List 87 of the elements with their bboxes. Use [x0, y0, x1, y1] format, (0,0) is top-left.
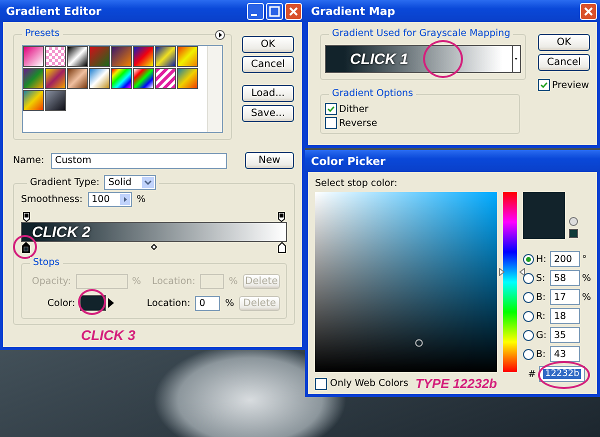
unit-label: %	[228, 276, 238, 286]
field-label: R:	[536, 310, 546, 322]
close-icon[interactable]	[285, 2, 302, 20]
dialog-button[interactable]: OK	[242, 36, 294, 53]
window-title: Gradient Editor	[6, 4, 102, 18]
value-field[interactable]: 200	[550, 251, 580, 267]
checkbox[interactable]	[315, 378, 327, 390]
hue-slider-handle[interactable]	[499, 268, 525, 276]
field-label: B:	[536, 348, 547, 360]
menu-arrow-icon[interactable]	[215, 30, 225, 40]
unit-label: %	[225, 298, 234, 308]
checkbox-label: Only Web Colors	[330, 378, 408, 389]
color-stop-icon[interactable]	[278, 242, 286, 253]
checkbox-label: Reverse	[339, 118, 378, 128]
scrollbar[interactable]	[207, 46, 222, 132]
annotation-text: CLICK 1	[350, 50, 408, 68]
smoothness-label: Smoothness:	[21, 194, 83, 205]
value-field[interactable]: 35	[550, 327, 580, 343]
radio-button[interactable]	[522, 254, 534, 264]
minimize-icon[interactable]	[247, 2, 264, 20]
radio-button[interactable]	[522, 330, 534, 340]
checkbox[interactable]	[538, 79, 550, 91]
midpoint-icon[interactable]	[151, 244, 157, 250]
stop-label: Color:	[46, 298, 76, 308]
field-label: S:	[536, 272, 546, 284]
close-icon[interactable]	[580, 2, 597, 20]
group-label: Gradient Options	[329, 88, 416, 99]
prompt-text: Select stop color:	[315, 178, 398, 189]
checkbox-label: Dither	[339, 104, 368, 114]
group-label: Gradient Used for Grayscale Mapping	[329, 28, 514, 39]
unit-label: %	[582, 292, 591, 302]
location-label: Location:	[146, 298, 190, 308]
group-label: Presets	[22, 28, 63, 39]
dialog-button[interactable]: Save...	[242, 105, 294, 122]
value-field[interactable]: 17	[550, 289, 580, 305]
dropdown-arrow-icon	[142, 177, 154, 188]
gradient-type-dropdown[interactable]: Solid	[104, 175, 156, 190]
window-title: Color Picker	[311, 154, 386, 168]
radio-button[interactable]	[522, 310, 534, 322]
field-label: #	[527, 368, 536, 380]
annotation-text: TYPE 12232b	[415, 376, 497, 391]
location-field[interactable]	[200, 274, 224, 288]
color-field[interactable]	[315, 192, 497, 372]
location-field[interactable]: 0	[195, 296, 220, 310]
value-field[interactable]: 18	[550, 308, 580, 324]
annotation-text: CLICK 2	[32, 224, 90, 240]
radio-button[interactable]	[522, 348, 534, 360]
hex-field[interactable]: 12232b	[538, 366, 585, 382]
value-field[interactable]: 58	[550, 270, 580, 286]
highlight-circle	[423, 40, 463, 78]
unit-label: %	[582, 272, 591, 284]
checkbox-label: Preview	[552, 80, 589, 90]
smoothness-field[interactable]: 100	[88, 192, 132, 207]
dialog-button[interactable]: Load...	[242, 85, 294, 102]
new-button[interactable]: New	[244, 152, 294, 169]
location-label: Location:	[152, 276, 196, 286]
name-label: Name:	[13, 155, 43, 166]
opacity-stop-icon[interactable]	[23, 212, 30, 222]
checkbox[interactable]	[325, 117, 337, 129]
field-label: B:	[536, 292, 547, 302]
maximize-icon[interactable]	[266, 2, 283, 20]
dialog-button[interactable]: OK	[538, 34, 590, 51]
value-field[interactable]: 43	[550, 346, 580, 362]
name-field[interactable]: Custom	[51, 152, 227, 168]
gradient-preview[interactable]: CLICK 1	[325, 45, 513, 73]
gradient-bar[interactable]: CLICK 2	[21, 222, 287, 242]
field-label: H:	[536, 254, 548, 264]
unit-label: %	[136, 194, 146, 205]
dialog-button[interactable]: Cancel	[538, 54, 590, 71]
radio-button[interactable]	[522, 272, 534, 284]
gradient-type-label: Gradient Type:	[30, 177, 100, 188]
color-stop-icon[interactable]	[22, 242, 30, 253]
radio-button[interactable]	[522, 292, 534, 302]
unit-label: °	[582, 254, 587, 264]
window-title: Gradient Map	[311, 4, 396, 18]
opacity-stop-icon[interactable]	[278, 212, 285, 222]
stop-label: Opacity:	[30, 276, 71, 286]
annotation-text: CLICK 3	[81, 327, 136, 343]
highlight-circle	[538, 361, 590, 389]
dialog-button[interactable]: Cancel	[242, 56, 294, 73]
picker-circle-icon[interactable]	[415, 339, 423, 347]
color-preview	[522, 192, 565, 239]
color-swatch[interactable]	[80, 295, 106, 311]
checkbox[interactable]	[325, 103, 337, 115]
group-label: Stops	[30, 257, 63, 268]
unit-label: %	[132, 276, 141, 286]
field-label: G:	[536, 330, 548, 340]
